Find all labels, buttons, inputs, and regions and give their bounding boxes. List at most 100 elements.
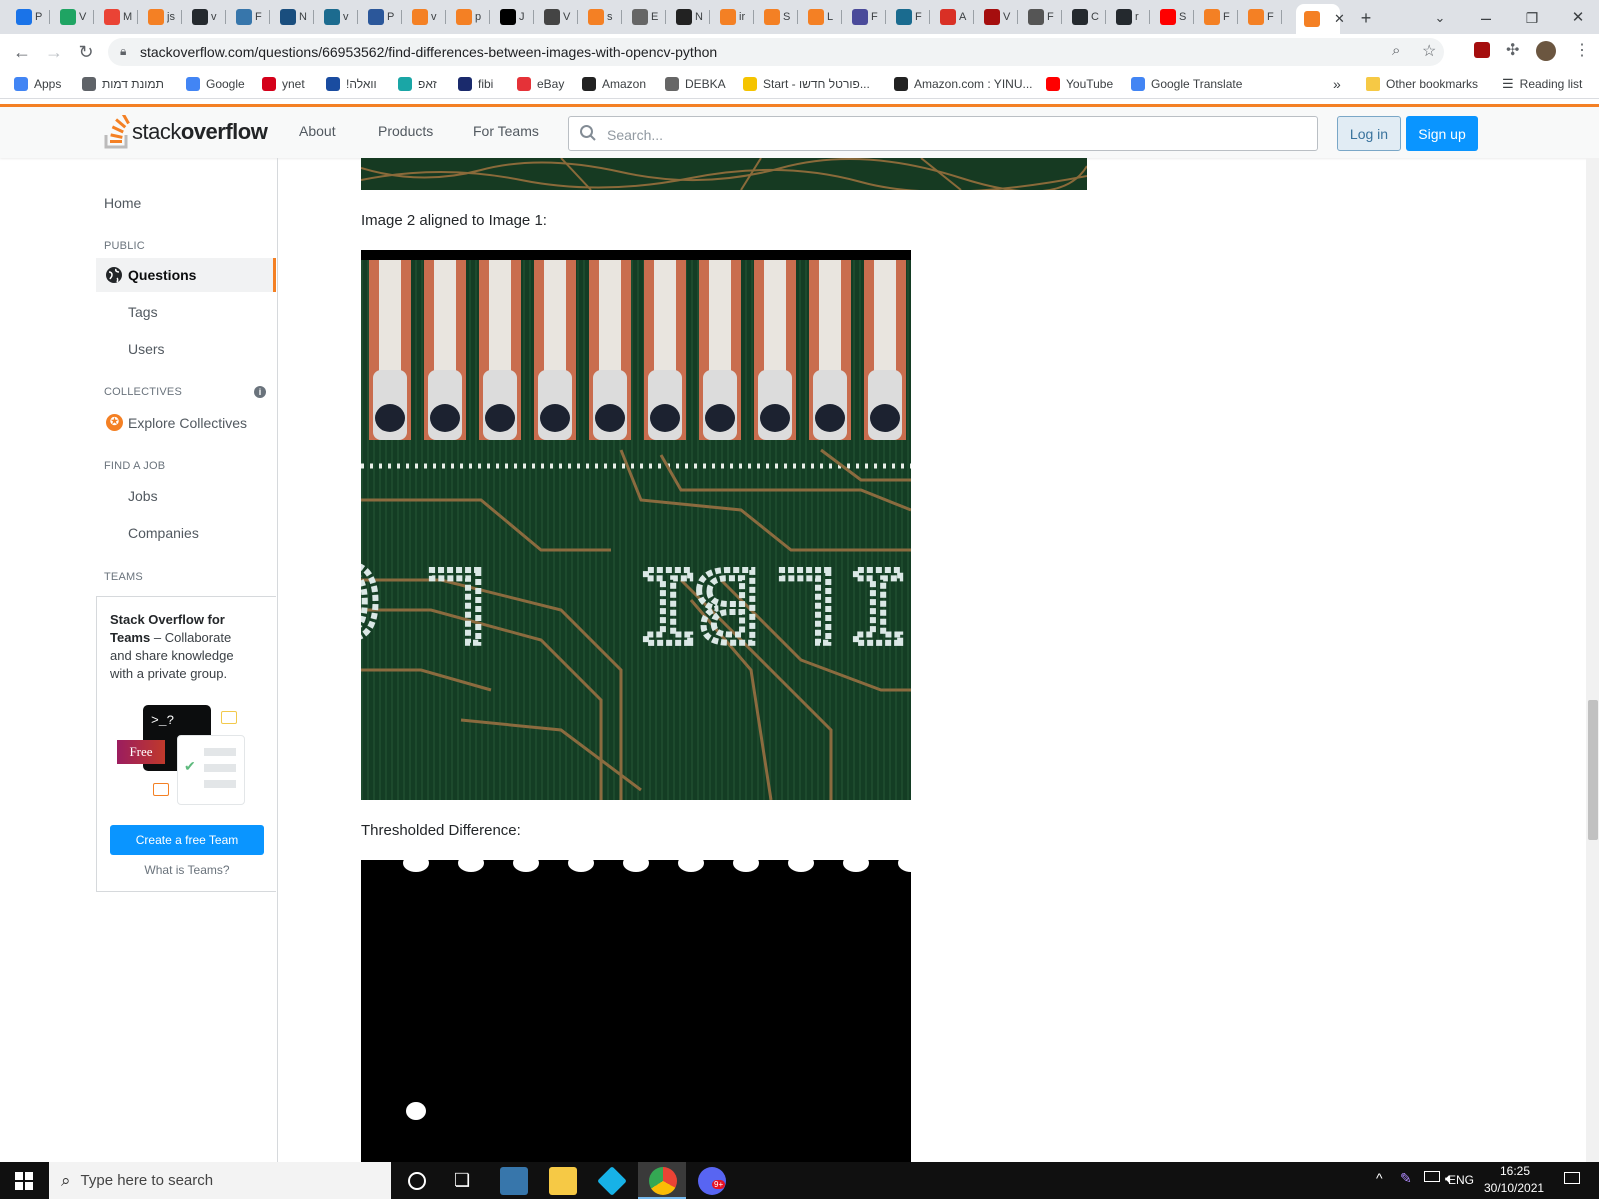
tab-close-icon[interactable]: ✕ (1334, 11, 1345, 27)
browser-tab[interactable]: S (756, 6, 798, 28)
restore-button[interactable]: ❐ (1518, 6, 1546, 30)
bookmark-item[interactable]: Start - פורטל חדשו... (743, 75, 870, 93)
tab-label: v (431, 11, 437, 23)
browser-tab[interactable]: L (800, 6, 842, 28)
clock-date[interactable]: 30/10/2021 (1484, 1181, 1544, 1195)
bookmark-item[interactable]: YouTube (1046, 75, 1113, 93)
bookmark-item[interactable]: ynet (262, 75, 305, 93)
profile-avatar[interactable] (1536, 41, 1556, 61)
minimize-button[interactable]: – (1472, 6, 1500, 30)
browser-tab[interactable]: F (1240, 6, 1282, 28)
browser-tab[interactable]: v (184, 6, 226, 28)
nav-about[interactable]: About (299, 123, 336, 139)
pen-icon[interactable]: ✎ (1400, 1170, 1412, 1187)
info-icon[interactable]: i (254, 386, 266, 398)
bookmark-item[interactable]: fibi (458, 75, 493, 93)
sidebar-item-users[interactable]: Users (128, 341, 165, 357)
browser-tab[interactable]: p (448, 6, 490, 28)
close-window-button[interactable]: ✕ (1564, 6, 1592, 30)
search-box[interactable] (568, 116, 1318, 152)
bookmarks-overflow-icon[interactable]: » (1333, 75, 1341, 93)
browser-tab[interactable]: F (228, 6, 270, 28)
sidebar-item-tags[interactable]: Tags (128, 304, 158, 320)
browser-tab[interactable]: V (976, 6, 1018, 28)
chrome-icon[interactable] (649, 1167, 677, 1195)
bookmark-item[interactable]: eBay (517, 75, 564, 93)
sidebar-item-companies[interactable]: Companies (128, 525, 199, 541)
browser-tab[interactable]: ir (712, 6, 754, 28)
bookmark-item[interactable]: Amazon.com : YINU... (894, 75, 1032, 93)
python-app-icon[interactable] (500, 1167, 528, 1195)
network-icon[interactable] (1424, 1171, 1440, 1182)
bookmark-item[interactable]: Google (186, 75, 245, 93)
browser-tab[interactable]: F (888, 6, 930, 28)
kodi-app-icon[interactable] (597, 1166, 627, 1196)
nav-products[interactable]: Products (378, 123, 433, 139)
back-icon[interactable]: ← (10, 40, 34, 64)
browser-tab[interactable]: A (932, 6, 974, 28)
bookmark-item[interactable]: Apps (14, 75, 61, 93)
bookmark-item[interactable]: Google Translate (1131, 75, 1242, 93)
browser-tab[interactable]: M (96, 6, 138, 28)
page-scrollbar-track[interactable] (1586, 158, 1599, 1162)
windows-start-icon[interactable] (15, 1172, 33, 1190)
bookmark-item[interactable]: Amazon (582, 75, 646, 93)
bookmark-item[interactable]: DEBKA (665, 75, 726, 93)
browser-tab[interactable]: v (404, 6, 446, 28)
other-bookmarks[interactable]: Other bookmarks (1366, 75, 1478, 93)
browser-tab[interactable]: V (536, 6, 578, 28)
browser-tab[interactable]: F (1196, 6, 1238, 28)
browser-tab[interactable]: J (492, 6, 534, 28)
address-bar[interactable]: 🔒︎ stackoverflow.com/questions/66953562/… (108, 38, 1444, 66)
sidebar-item-jobs[interactable]: Jobs (128, 488, 158, 504)
tab-active[interactable]: Fi ✕ (1296, 4, 1345, 34)
reading-list[interactable]: ☰ Reading list (1502, 75, 1582, 93)
cortana-icon[interactable] (408, 1172, 426, 1190)
bookmark-item[interactable]: תמונת דמות (82, 75, 164, 93)
bookmark-item[interactable]: !וואלה (326, 75, 377, 93)
sidebar-item-explore-collectives[interactable]: Explore Collectives (128, 415, 247, 431)
menu-dots-icon[interactable]: ⋮ (1574, 40, 1590, 60)
browser-tab[interactable]: F (844, 6, 886, 28)
sidebar-item-questions[interactable]: Questions (96, 258, 276, 292)
browser-tab[interactable]: N (668, 6, 710, 28)
what-is-teams-link[interactable]: What is Teams? (97, 863, 277, 877)
zoom-icon[interactable]: ⌕ (1392, 42, 1400, 59)
extension-icon[interactable] (1474, 42, 1490, 58)
file-explorer-icon[interactable] (549, 1167, 577, 1195)
search-input[interactable] (605, 117, 1309, 152)
sidebar-item-home[interactable]: Home (104, 195, 141, 211)
browser-tab[interactable]: E (624, 6, 666, 28)
browser-tab[interactable]: P (360, 6, 402, 28)
task-view-icon[interactable]: ❏ (454, 1170, 470, 1191)
stackoverflow-logo[interactable]: stackoverflow (104, 115, 268, 149)
bookmark-item[interactable]: זאפ (398, 75, 437, 93)
browser-tab[interactable]: v (316, 6, 358, 28)
signup-button[interactable]: Sign up (1406, 116, 1478, 151)
browser-tab[interactable]: js (140, 6, 182, 28)
forward-icon[interactable]: → (42, 40, 66, 64)
nav-for-teams[interactable]: For Teams (473, 123, 539, 139)
tab-label: F (1223, 11, 1230, 23)
browser-tab[interactable]: P (8, 6, 50, 28)
new-tab-button[interactable]: + (1352, 6, 1380, 30)
browser-tab[interactable]: C (1064, 6, 1106, 28)
login-button[interactable]: Log in (1337, 116, 1401, 151)
browser-tab[interactable]: V (52, 6, 94, 28)
browser-tab[interactable]: N (272, 6, 314, 28)
extensions-puzzle-icon[interactable]: ✣ (1506, 40, 1519, 60)
tab-search-icon[interactable]: ⌄ (1426, 6, 1454, 30)
browser-tab[interactable]: F (1020, 6, 1062, 28)
create-team-button[interactable]: Create a free Team (110, 825, 264, 855)
reload-icon[interactable]: ↻ (74, 40, 98, 64)
bookmark-star-icon[interactable]: ☆ (1422, 41, 1436, 61)
taskbar-search[interactable]: ⌕ Type here to search (49, 1162, 391, 1199)
clock-time[interactable]: 16:25 (1500, 1164, 1530, 1178)
browser-tab[interactable]: r (1108, 6, 1150, 28)
browser-tab[interactable]: S (1152, 6, 1194, 28)
browser-tab[interactable]: s (580, 6, 622, 28)
page-scrollbar-thumb[interactable] (1588, 700, 1598, 840)
tray-chevron-icon[interactable]: ^ (1376, 1170, 1383, 1186)
notification-icon[interactable] (1564, 1172, 1580, 1184)
language-indicator[interactable]: ENG (1448, 1173, 1474, 1187)
